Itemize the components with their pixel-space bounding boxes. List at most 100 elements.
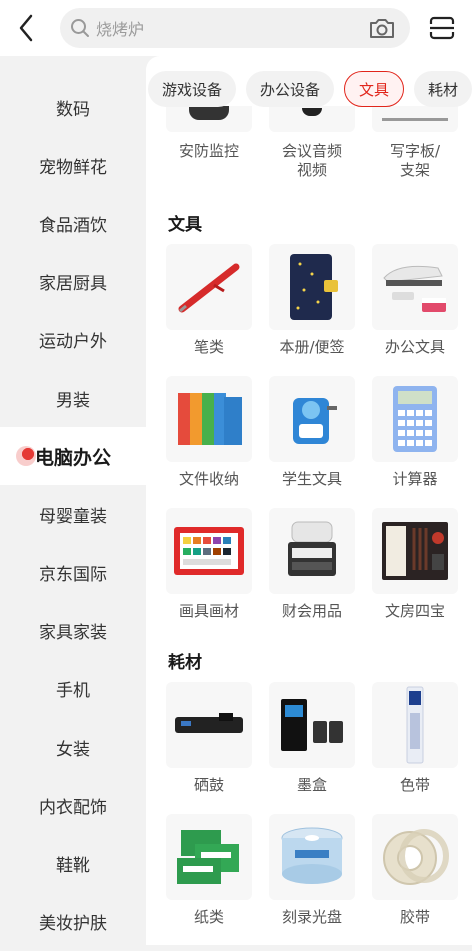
category-item-calculators[interactable]: 计算器 [370, 376, 460, 489]
category-label: 办公文具 [384, 338, 445, 356]
category-item-paper[interactable]: 纸类 [164, 814, 254, 927]
category-item[interactable]: 写字板/ 支架 [370, 106, 460, 180]
sidebar-item-digital[interactable]: 数码 [0, 78, 146, 136]
search-input[interactable]: 烧烤炉 [60, 8, 410, 48]
category-item-office-supplies[interactable]: 办公文具 [370, 244, 460, 357]
back-button[interactable] [0, 0, 52, 56]
tablet-stand-image-icon [382, 118, 448, 121]
tab-label: 文具 [359, 80, 390, 99]
category-item-toner[interactable]: 硒鼓 [164, 682, 254, 795]
sidebar-item-womenswear[interactable]: 女装 [0, 718, 146, 776]
sidebar-item-label: 电脑办公 [34, 446, 111, 469]
category-item-student-supplies[interactable]: 学生文具 [267, 376, 357, 489]
thumb [372, 244, 458, 330]
paint-set-icon [174, 527, 244, 575]
sidebar-item-computer-office[interactable]: 电脑办公 [0, 427, 146, 486]
sidebar-item-label: 运动户外 [39, 332, 107, 353]
category-label: 刻录光盘 [281, 908, 342, 926]
sidebar-item-label: 鞋靴 [56, 856, 90, 877]
category-item-pens[interactable]: 笔类 [164, 244, 254, 357]
scan-icon [429, 16, 455, 40]
category-label: 色带 [399, 776, 430, 794]
sidebar-item-mother-baby[interactable]: 母婴童装 [0, 485, 146, 543]
thumb [269, 682, 355, 768]
sidebar-item-pets-flowers[interactable]: 宠物鲜花 [0, 136, 146, 194]
category-label: 写字板/ 支架 [389, 142, 441, 179]
tab-stationery[interactable]: 文具 [344, 71, 405, 107]
sidebar-item-phones[interactable]: 手机 [0, 660, 146, 718]
camera-icon[interactable] [368, 16, 396, 40]
thumb [269, 376, 355, 462]
sidebar-item-menswear[interactable]: 男装 [0, 369, 146, 427]
calculator-icon [393, 386, 437, 452]
folders-icon [178, 393, 242, 445]
category-label: 计算器 [392, 470, 438, 488]
sidebar-item-jd-international[interactable]: 京东国际 [0, 544, 146, 602]
thumb [166, 376, 252, 462]
sidebar-item-food-drinks[interactable]: 食品酒饮 [0, 194, 146, 252]
category-item[interactable]: 会议音频 视频 [267, 106, 357, 180]
sidebar-item-underwear[interactable]: 内衣配饰 [0, 776, 146, 834]
tab-label: 办公设备 [260, 80, 321, 99]
section-title-stationery: 文具 [168, 215, 202, 235]
category-label: 硒鼓 [193, 776, 224, 794]
toner-icon [175, 713, 243, 733]
sidebar-item-label: 京东国际 [39, 565, 107, 586]
category-content: 安防监控 会议音频 视频 写字板/ 支架 游戏设备 办公设备 文具 耗材 文具 [146, 56, 472, 945]
category-item-ribbon[interactable]: 色带 [370, 682, 460, 795]
category-label: 文件收纳 [178, 470, 239, 488]
thumb [166, 814, 252, 900]
thumb [372, 682, 458, 768]
top-bar: 烧烤炉 [0, 0, 472, 56]
sidebar-item-home-kitchen[interactable]: 家居厨具 [0, 253, 146, 311]
category-item-dvd[interactable]: 刻录光盘 [267, 814, 357, 927]
category-label: 安防监控 [178, 142, 239, 160]
category-item[interactable]: 安防监控 [164, 106, 254, 161]
thumb [372, 814, 458, 900]
category-label: 本册/便签 [279, 338, 345, 356]
category-item-accounting-supplies[interactable]: 财会用品 [267, 508, 357, 621]
sidebar-item-label: 食品酒饮 [39, 215, 107, 236]
thumb [269, 814, 355, 900]
thumb [166, 244, 252, 330]
category-label: 笔类 [193, 338, 224, 356]
tab-consumables[interactable]: 耗材 [414, 71, 472, 107]
category-item-art-supplies[interactable]: 画具画材 [164, 508, 254, 621]
category-item-notebooks[interactable]: 本册/便签 [267, 244, 357, 357]
tab-label: 耗材 [428, 80, 459, 99]
sidebar-item-beauty[interactable]: 美妆护肤 [0, 893, 146, 951]
sidebar-item-sports-outdoor[interactable]: 运动户外 [0, 311, 146, 369]
subcategory-tabs: 游戏设备 办公设备 文具 耗材 [146, 66, 472, 112]
scan-button[interactable] [424, 12, 460, 44]
sidebar-item-label: 手机 [56, 681, 90, 702]
sidebar-item-label: 女装 [56, 739, 90, 760]
category-item-tape[interactable]: 胶带 [370, 814, 460, 927]
search-placeholder: 烧烤炉 [96, 20, 145, 39]
stapler-icon [383, 265, 446, 312]
category-label: 会议音频 视频 [281, 142, 342, 179]
tab-office-devices[interactable]: 办公设备 [246, 71, 335, 107]
thumb [269, 508, 355, 594]
thumb [372, 376, 458, 462]
thumb [372, 508, 458, 594]
category-item-file-storage[interactable]: 文件收纳 [164, 376, 254, 489]
category-item-four-treasures[interactable]: 文房四宝 [370, 508, 460, 621]
category-item-ink-cartridge[interactable]: 墨盒 [267, 682, 357, 795]
sidebar-item-label: 内衣配饰 [39, 797, 107, 818]
dvd-icon [281, 827, 343, 884]
category-label: 纸类 [193, 908, 224, 926]
sharpener-icon [293, 398, 337, 444]
sidebar-item-label: 宠物鲜花 [39, 157, 107, 178]
tab-gaming-devices[interactable]: 游戏设备 [148, 71, 237, 107]
sidebar-item-shoes[interactable]: 鞋靴 [0, 834, 146, 892]
ribbon-icon [406, 686, 424, 764]
category-label: 财会用品 [281, 602, 342, 620]
sidebar-item-furniture[interactable]: 家具家装 [0, 602, 146, 660]
category-label: 画具画材 [178, 602, 239, 620]
sidebar-item-label: 家具家装 [39, 623, 107, 644]
pen-icon [178, 263, 240, 313]
thumb [166, 508, 252, 594]
category-sidebar: 数码 宠物鲜花 食品酒饮 家居厨具 运动户外 男装 电脑办公 母婴童装 京东国际… [0, 56, 146, 945]
back-arrow-icon [19, 14, 33, 42]
